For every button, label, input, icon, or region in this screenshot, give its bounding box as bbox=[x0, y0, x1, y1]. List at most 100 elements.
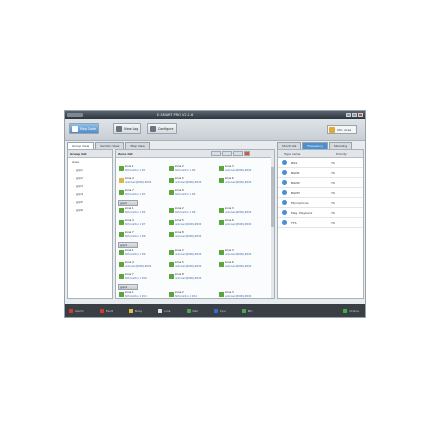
user-selector[interactable]: Ctrl. Area bbox=[327, 125, 357, 134]
maximize-button[interactable] bbox=[352, 112, 357, 117]
group-item[interactable]: grp4 bbox=[68, 190, 112, 198]
status-items: Alarm Fault Busy Link Net Cpu Mic bbox=[65, 308, 339, 313]
play-icon[interactable] bbox=[282, 200, 287, 205]
zone-group-header[interactable]: grp3 bbox=[118, 242, 138, 248]
tab-map-view[interactable]: Map View bbox=[125, 142, 150, 149]
zone-item[interactable]: zone 7 SCS built-in 1 #10 bbox=[119, 273, 169, 283]
zone-item[interactable]: zone 4 unknown[0000]-#000 bbox=[119, 177, 169, 187]
zone-item[interactable]: zone 3 unknown[0000]-#000 bbox=[219, 249, 269, 259]
log-icon bbox=[116, 125, 122, 132]
priority-row[interactable]: TTS 70 bbox=[278, 218, 363, 228]
zone-group-header[interactable]: grp2 bbox=[118, 200, 138, 206]
zone-item[interactable]: zone 3 unknown[0000]-#000 bbox=[219, 207, 269, 217]
speaker-icon bbox=[169, 232, 174, 237]
zone-tool-button[interactable] bbox=[233, 151, 243, 156]
speaker-icon bbox=[169, 178, 174, 183]
play-icon[interactable] bbox=[282, 210, 287, 215]
close-button[interactable] bbox=[358, 112, 363, 117]
play-icon[interactable] bbox=[282, 190, 287, 195]
priority-row[interactable]: BGS 70 bbox=[278, 158, 363, 168]
status-indicator-icon bbox=[213, 308, 218, 313]
zone-group: grp4 zone 1 SCS built-in 1 #11 zone 2 SCS bu… bbox=[116, 284, 274, 298]
zone-item[interactable]: zone 5 unknown[0000]-#000 bbox=[169, 219, 219, 229]
user-icon bbox=[329, 126, 335, 133]
group-list-pane: Group list Area grp1 grp2 grp3 grp4 grp5… bbox=[67, 149, 113, 299]
minimize-button[interactable] bbox=[346, 112, 351, 117]
zone-item[interactable]: zone 1 SCS built-in 1 #5 bbox=[119, 207, 169, 217]
zone-item[interactable]: zone 5 unknown[0000]-#000 bbox=[169, 261, 219, 271]
tab-shortcuts[interactable]: Shortcuts bbox=[277, 142, 302, 149]
priority-rows: BGS 70 BGM1 70 BGM2 70 BGM3 70 Microphone 70 Msg. … bbox=[278, 158, 363, 228]
zone-item[interactable]: zone 8 unknown[0000]-#000 bbox=[169, 273, 219, 283]
view-log-button[interactable]: View Log bbox=[113, 123, 141, 134]
zone-item[interactable]: zone 3 unknown[0000]-#000 bbox=[219, 165, 269, 175]
zone-tool-button[interactable] bbox=[222, 151, 232, 156]
group-item[interactable]: grp2 bbox=[68, 174, 112, 182]
group-root-item[interactable]: Area bbox=[68, 158, 112, 166]
zone-tool-button[interactable] bbox=[211, 151, 221, 156]
speaker-icon bbox=[169, 292, 174, 297]
zone-name: zone 8 bbox=[175, 231, 184, 234]
zone-item[interactable]: zone 2 SCS built-in 1 #2 bbox=[169, 165, 219, 175]
zone-item[interactable]: zone 4 SCS built-in 1 #7 bbox=[119, 219, 169, 229]
play-icon[interactable] bbox=[282, 160, 287, 165]
tab-frequency[interactable]: Frequency bbox=[302, 142, 328, 149]
zone-item[interactable]: zone 4 unknown[0000]-#000 bbox=[119, 261, 169, 271]
priority-row[interactable]: Msg. Playback 70 bbox=[278, 208, 363, 218]
zone-item[interactable]: zone 1 SCS built-in 1 #11 bbox=[119, 291, 169, 298]
tab-group-view[interactable]: Group View bbox=[67, 142, 95, 149]
zone-group-header[interactable]: grp4 bbox=[118, 284, 138, 290]
speaker-icon bbox=[119, 274, 124, 279]
configure-button[interactable]: Configure bbox=[147, 123, 177, 134]
zone-name: zone 7 bbox=[125, 231, 134, 234]
zone-item[interactable]: zone 8 unknown[0000]-#000 bbox=[169, 231, 219, 241]
group-item[interactable]: grp6 bbox=[68, 206, 112, 214]
online-label: Online bbox=[349, 308, 359, 313]
play-icon[interactable] bbox=[282, 170, 287, 175]
speaker-icon bbox=[119, 190, 124, 195]
zone-item[interactable]: zone 6 unknown[0000]-#000 bbox=[219, 261, 269, 271]
priority-pane: Type name Priority BGS 70 BGM1 70 BGM2 70 BGM3… bbox=[277, 149, 364, 299]
zone-item[interactable]: zone 2 unknown[0000]-#000 bbox=[169, 249, 219, 259]
priority-value: 70 bbox=[331, 210, 335, 215]
priority-row[interactable]: BGM3 70 bbox=[278, 188, 363, 198]
priority-row[interactable]: BGM1 70 bbox=[278, 168, 363, 178]
group-item[interactable]: grp1 bbox=[68, 166, 112, 174]
zone-item[interactable]: zone 2 SCS built-in 1 #12 bbox=[169, 291, 219, 298]
zone-item[interactable]: zone 3 unknown[0000]-#000 bbox=[219, 291, 269, 298]
status-indicator-icon bbox=[69, 308, 73, 313]
zone-scrollbar[interactable] bbox=[271, 157, 274, 298]
speaker-icon bbox=[219, 166, 224, 171]
zone-item[interactable]: zone 6 unknown[0000]-#000 bbox=[219, 177, 269, 187]
play-icon[interactable] bbox=[282, 220, 287, 225]
speaker-icon bbox=[169, 208, 174, 213]
zone-item[interactable]: zone 8 SCS built-in 1 #4 bbox=[169, 189, 219, 199]
zone-item[interactable]: zone 6 unknown[0000]-#000 bbox=[219, 219, 269, 229]
speaker-icon bbox=[119, 208, 124, 213]
play-icon[interactable] bbox=[282, 180, 287, 185]
speaker-icon bbox=[219, 292, 224, 297]
group-item[interactable]: grp5 bbox=[68, 198, 112, 206]
priority-row[interactable]: Microphone 70 bbox=[278, 198, 363, 208]
zone-item[interactable]: zone 2 SCS built-in 1 #6 bbox=[169, 207, 219, 217]
zone-name: zone 8 bbox=[175, 189, 184, 192]
zone-source: unknown[0000]-#000 bbox=[225, 169, 252, 172]
priority-column-header: Priority bbox=[336, 151, 347, 156]
priority-row[interactable]: BGM2 70 bbox=[278, 178, 363, 188]
zone-delete-icon[interactable] bbox=[244, 151, 250, 156]
zone-item[interactable]: zone 1 SCS built-in 1 #1 bbox=[119, 165, 169, 175]
zone-source: unknown[0000]-#000 bbox=[125, 265, 152, 268]
tab-standing[interactable]: Standing bbox=[328, 142, 353, 149]
speaker-icon bbox=[219, 208, 224, 213]
zone-item[interactable]: zone 7 SCS built-in 1 #3 bbox=[119, 189, 169, 199]
map-code-button[interactable]: Map Code bbox=[69, 123, 99, 134]
zone-item[interactable]: zone 7 SCS built-in 1 #8 bbox=[119, 231, 169, 241]
zone-source: unknown[0000]-#000 bbox=[175, 265, 202, 268]
scroll-thumb[interactable] bbox=[271, 167, 274, 227]
app-logo bbox=[67, 113, 83, 117]
group-item[interactable]: grp3 bbox=[68, 182, 112, 190]
zone-item[interactable]: zone 5 unknown[0000]-#000 bbox=[169, 177, 219, 187]
tab-section-view[interactable]: Section View bbox=[95, 142, 125, 149]
zone-item[interactable]: zone 1 SCS built-in 1 #9 bbox=[119, 249, 169, 259]
zone-name: zone 1 bbox=[125, 165, 134, 168]
